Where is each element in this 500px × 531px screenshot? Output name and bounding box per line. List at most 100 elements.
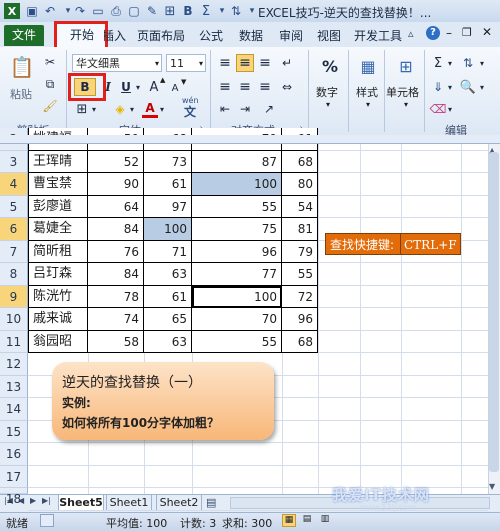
sort-filter-icon[interactable]: ⇅ bbox=[458, 54, 478, 72]
fill-color-icon[interactable]: ◈ bbox=[112, 100, 128, 118]
tab-page-layout[interactable]: 页面布局 bbox=[134, 26, 188, 46]
undo-icon[interactable]: ↶ bbox=[42, 3, 58, 19]
table-cell[interactable]: 84 bbox=[88, 263, 144, 286]
scroll-down-icon[interactable]: ▼ bbox=[489, 482, 495, 491]
last-sheet-icon[interactable]: ▶| bbox=[42, 496, 51, 505]
row-header[interactable]: 13 bbox=[0, 375, 28, 398]
table-cell[interactable]: 97 bbox=[144, 195, 192, 218]
table-cell[interactable]: 74 bbox=[88, 308, 144, 331]
table-cell[interactable]: 55 bbox=[192, 330, 282, 353]
autosum-icon[interactable]: Σ bbox=[430, 54, 446, 72]
sum-qa-icon[interactable]: Σ bbox=[198, 3, 214, 19]
table-cell[interactable]: 100 bbox=[192, 285, 282, 308]
save-icon[interactable]: ▣ bbox=[24, 3, 40, 19]
row-header[interactable]: 15 bbox=[0, 420, 28, 443]
tab-data[interactable]: 数据 bbox=[236, 26, 266, 46]
table-cell[interactable]: 68 bbox=[282, 150, 318, 173]
table-cell[interactable]: 曹宝禁 bbox=[28, 173, 88, 196]
table-cell[interactable]: 68 bbox=[282, 330, 318, 353]
clear-icon[interactable]: ⌫ bbox=[430, 100, 447, 118]
table-cell[interactable]: 55 bbox=[282, 263, 318, 286]
tab-insert[interactable]: 插入 bbox=[104, 26, 126, 46]
align-middle-icon[interactable]: ≡ bbox=[236, 54, 254, 72]
next-sheet-icon[interactable]: ▶ bbox=[30, 496, 36, 505]
table-cell[interactable]: 58 bbox=[88, 330, 144, 353]
table-cell[interactable]: 72 bbox=[282, 285, 318, 308]
table-cell[interactable]: 100 bbox=[192, 173, 282, 196]
row-header[interactable]: 7 bbox=[0, 240, 28, 263]
wrap-text-icon[interactable]: ↵ bbox=[278, 54, 296, 72]
table-cell[interactable]: 96 bbox=[282, 308, 318, 331]
borders-icon[interactable]: ⊞ bbox=[74, 100, 90, 118]
shortcut-value-cell[interactable]: CTRL+F bbox=[401, 233, 461, 255]
cells-dropdown-icon[interactable]: ▾ bbox=[404, 100, 408, 109]
open-folder-icon[interactable]: ▭ bbox=[90, 3, 106, 19]
row-header[interactable]: 16 bbox=[0, 443, 28, 466]
table-cell[interactable]: 80 bbox=[282, 173, 318, 196]
macro-record-icon[interactable] bbox=[40, 514, 54, 527]
styles-button-label[interactable]: 样式 bbox=[356, 84, 378, 100]
row-header[interactable]: 17 bbox=[0, 465, 28, 488]
cut-icon[interactable]: ✂ bbox=[42, 54, 58, 70]
number-format-icon[interactable]: % bbox=[318, 54, 342, 78]
table-cell[interactable]: 100 bbox=[144, 218, 192, 241]
phonetic-icon[interactable]: 文 bbox=[182, 104, 198, 119]
table-cell[interactable]: 63 bbox=[144, 330, 192, 353]
doc-minimize-icon[interactable]: – bbox=[446, 26, 452, 40]
table-cell[interactable]: 65 bbox=[144, 308, 192, 331]
find-select-icon[interactable]: 🔍 bbox=[458, 78, 478, 96]
merge-center-icon[interactable]: ⇔ bbox=[278, 78, 296, 96]
cells-icon[interactable]: ⊞ bbox=[394, 54, 418, 78]
row-header[interactable]: 5 bbox=[0, 195, 28, 218]
italic-icon[interactable]: I bbox=[100, 78, 116, 96]
table-cell[interactable]: 81 bbox=[282, 218, 318, 241]
table-cell[interactable]: 翁园昭 bbox=[28, 330, 88, 353]
row-header[interactable]: 8 bbox=[0, 263, 28, 286]
fill-down-icon[interactable]: ⇓ bbox=[430, 78, 446, 96]
help-icon[interactable]: ? bbox=[426, 26, 440, 40]
number-button-label[interactable]: 数字 bbox=[316, 84, 338, 100]
font-size-dropdown-icon[interactable]: ▾ bbox=[199, 55, 203, 73]
insert-sheet-icon[interactable]: ▤ bbox=[206, 496, 216, 509]
doc-close-icon[interactable]: ✕ bbox=[482, 25, 492, 39]
fill-dropdown-icon[interactable]: ▾ bbox=[446, 80, 454, 94]
fill-color-dropdown-icon[interactable]: ▾ bbox=[128, 102, 136, 116]
align-center-icon[interactable]: ≡ bbox=[236, 78, 254, 96]
bold-qa-icon[interactable]: B bbox=[180, 3, 196, 19]
table-cell[interactable]: 陈洸竹 bbox=[28, 285, 88, 308]
row-header[interactable]: 4 bbox=[0, 173, 28, 196]
table-cell[interactable]: 73 bbox=[144, 150, 192, 173]
shortcut-label-cell[interactable]: 查找快捷键: bbox=[325, 233, 401, 255]
sort-filter-dropdown-icon[interactable]: ▾ bbox=[478, 56, 486, 70]
table-cell[interactable]: 84 bbox=[88, 218, 144, 241]
styles-dropdown-icon[interactable]: ▾ bbox=[366, 100, 370, 109]
redo-icon[interactable]: ↷ bbox=[72, 3, 88, 19]
table-cell[interactable]: 79 bbox=[282, 240, 318, 263]
format-painter-icon[interactable]: 🖌 bbox=[42, 98, 58, 114]
underline-button[interactable]: U bbox=[118, 78, 134, 96]
orientation-icon[interactable]: ↗ bbox=[258, 100, 280, 118]
borders-dropdown-icon[interactable]: ▾ bbox=[90, 102, 98, 116]
table-cell[interactable]: 90 bbox=[88, 173, 144, 196]
table-cell[interactable]: 61 bbox=[144, 285, 192, 308]
tab-formulas[interactable]: 公式 bbox=[196, 26, 226, 46]
tab-review[interactable]: 审阅 bbox=[276, 26, 306, 46]
autosum-dropdown-icon[interactable]: ▾ bbox=[446, 56, 454, 70]
tab-view[interactable]: 视图 bbox=[314, 26, 344, 46]
tab-file[interactable]: 文件 bbox=[4, 25, 44, 46]
new-doc-icon[interactable]: ▢ bbox=[126, 3, 142, 19]
table-cell[interactable]: 75 bbox=[192, 218, 282, 241]
table-cell[interactable]: 76 bbox=[88, 240, 144, 263]
align-bottom-icon[interactable]: ≡ bbox=[256, 54, 274, 72]
table-cell[interactable]: 55 bbox=[192, 195, 282, 218]
doc-restore-icon[interactable]: ❐ bbox=[462, 26, 472, 39]
print-preview-icon[interactable]: ⎙ bbox=[108, 3, 124, 19]
table-cell[interactable]: 戚来诚 bbox=[28, 308, 88, 331]
table-cell[interactable]: 54 bbox=[282, 195, 318, 218]
page-layout-view-icon[interactable]: ▤ bbox=[300, 514, 314, 527]
draw-icon[interactable]: ✎ bbox=[144, 3, 160, 19]
page-break-view-icon[interactable]: ▥ bbox=[318, 514, 332, 527]
table-cell[interactable]: 王珲晴 bbox=[28, 150, 88, 173]
table-cell[interactable]: 彭廖道 bbox=[28, 195, 88, 218]
shrink-font-button[interactable]: A bbox=[168, 80, 182, 96]
